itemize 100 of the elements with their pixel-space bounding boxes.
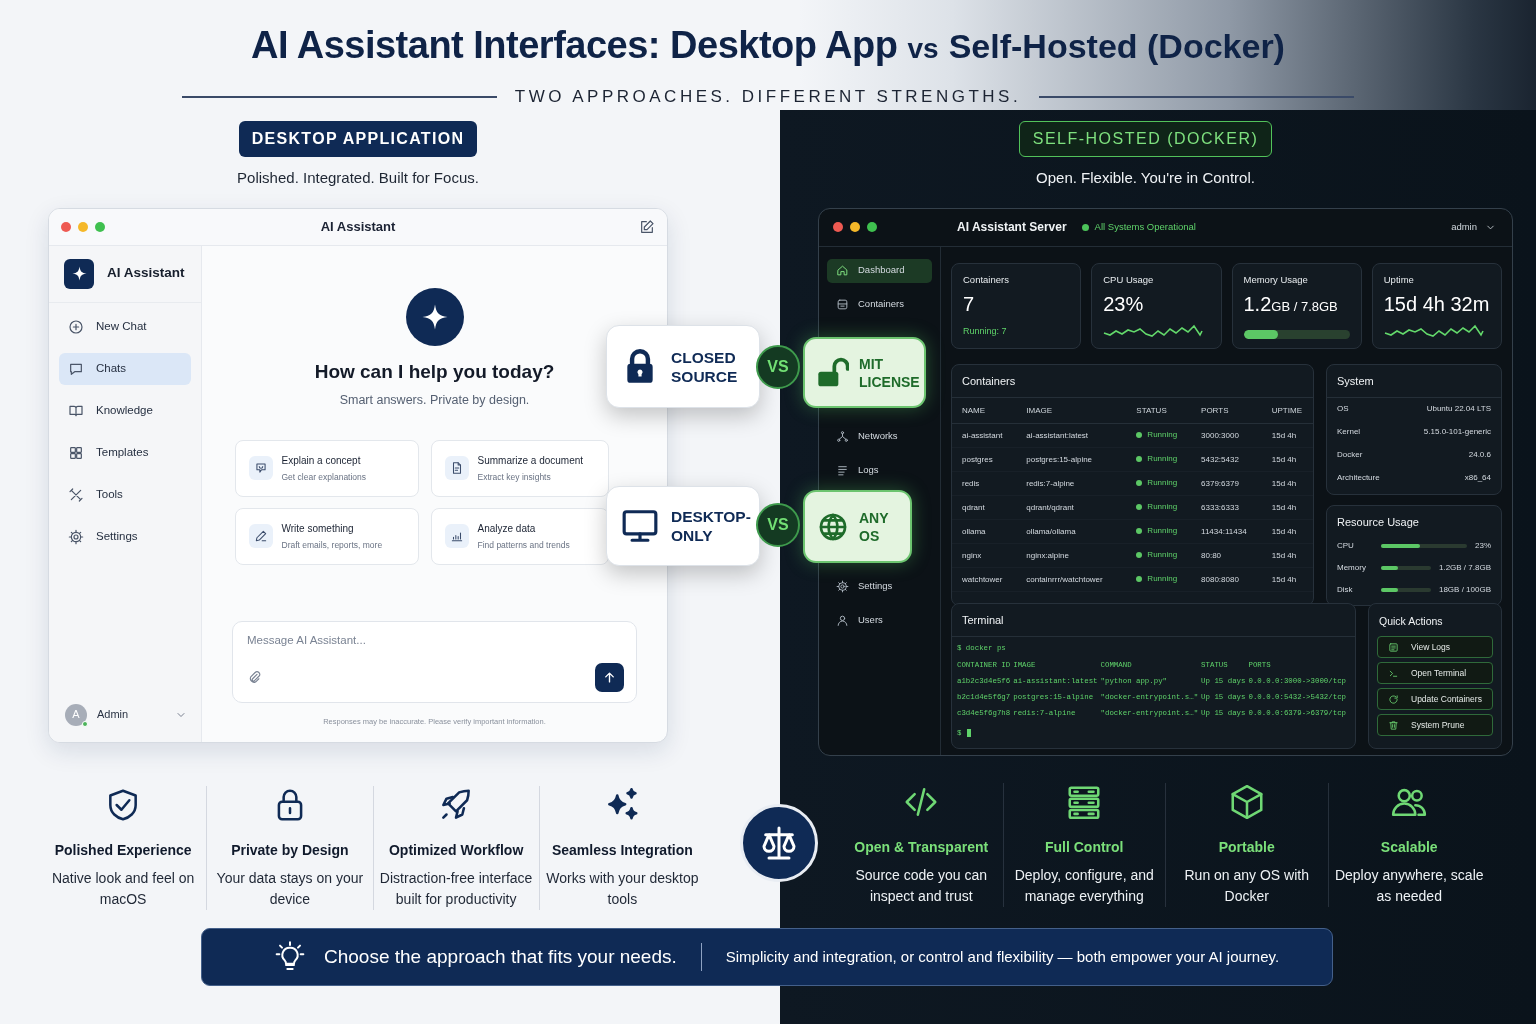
panel-title: Terminal: [952, 603, 1355, 637]
subheading: Smart answers. Private by design.: [339, 392, 530, 409]
status-text: All Systems Operational: [1094, 219, 1196, 234]
feature-description: Deploy anywhere, scale as needed: [1334, 865, 1484, 906]
action-button[interactable]: Update Containers: [1377, 688, 1493, 711]
table-cell: nginx:alpine: [1016, 543, 1127, 568]
window-control-dot[interactable]: [833, 222, 843, 232]
lightbulb-icon: [274, 941, 306, 973]
settings-icon: [68, 528, 84, 545]
table-cell: redis: [952, 471, 1017, 496]
comparison-text: DESKTOP-ONLY: [671, 507, 751, 545]
star-icon: [70, 265, 88, 282]
status-label: Running: [1136, 525, 1178, 537]
info-label: OS: [1337, 403, 1349, 415]
info-label: Architecture: [1337, 472, 1380, 484]
sidebar-item[interactable]: New Chat: [59, 310, 191, 343]
title: Self-Hosted (Docker): [948, 26, 1285, 67]
tagline: Polished. Integrated. Built for Focus.: [237, 168, 479, 188]
feature-description: Deploy, configure, and manage everything: [1013, 865, 1155, 906]
feature-description: Distraction-free interface built for productivity: [379, 868, 533, 909]
sidebar-item[interactable]: Settings: [827, 574, 932, 599]
table-cell: ai-assistant:latest: [1016, 423, 1127, 448]
suggestion-title: Analyze data: [477, 521, 537, 536]
status-label: Running: [1136, 573, 1178, 585]
window-control-dot[interactable]: [867, 222, 877, 232]
sidebar-item[interactable]: Tools: [59, 478, 191, 511]
sidebar-item[interactable]: Knowledge: [59, 394, 191, 427]
compose-icon[interactable]: [639, 218, 655, 235]
column-header: PORTS: [1191, 398, 1262, 424]
title: AI Assistant Interfaces: Desktop App: [251, 23, 898, 68]
section-label: SELF-HOSTED (DOCKER): [1018, 121, 1273, 157]
section-label: DESKTOP APPLICATION: [238, 121, 478, 157]
table-cell: 3000:3000: [1191, 423, 1262, 448]
vs-badge: VS: [756, 503, 800, 547]
table-cell: qdrant/qdrant: [1016, 495, 1127, 520]
comparison-text: MIT LICENSE: [859, 354, 920, 391]
feature-title: Full Control: [1044, 837, 1124, 857]
sidebar-item[interactable]: Networks: [827, 424, 932, 449]
table-cell: watchtower: [952, 567, 1017, 592]
feature-description: Source code you can inspect and trust: [854, 865, 988, 906]
table-cell: 11434:11434: [1191, 519, 1262, 544]
send-button[interactable]: [595, 663, 624, 693]
stat-label: Containers: [963, 272, 1010, 287]
table-cell: postgres:15-alpine: [1016, 447, 1127, 472]
table-cell: 6333:6333: [1191, 495, 1262, 520]
suggestion-subtitle: Find patterns and trends: [477, 538, 570, 552]
window-control-dot[interactable]: [850, 222, 860, 232]
sidebar-item[interactable]: Dashboard: [827, 258, 932, 283]
app-name: AI Assistant: [107, 264, 185, 283]
text-cursor: [967, 729, 972, 738]
info-label: Docker: [1337, 449, 1363, 461]
list-icon: [836, 464, 849, 477]
panel-title: Quick Actions: [1378, 613, 1444, 629]
window-control-dot[interactable]: [61, 221, 71, 232]
feature-title: Open & Transparent: [854, 837, 989, 857]
speech-bubble-icon: [253, 461, 268, 476]
table-cell: 15d 4h: [1261, 471, 1313, 496]
user-icon: [836, 614, 849, 627]
tray-icon: [836, 298, 849, 311]
feature-title: Scalable: [1380, 837, 1438, 857]
sidebar-item[interactable]: Containers: [827, 292, 932, 317]
action-button[interactable]: System Prune: [1377, 714, 1493, 737]
monitor-icon: [621, 507, 659, 545]
sidebar-item[interactable]: Users: [827, 608, 932, 633]
user-menu[interactable]: admin: [1451, 219, 1496, 235]
feature-title: Optimized Workflow: [388, 840, 524, 860]
info-label: Kernel: [1337, 426, 1361, 438]
suggestion-card[interactable]: Explain a concept Get clear explanations: [234, 439, 419, 497]
window-control-dot[interactable]: [78, 221, 88, 232]
sidebar-item[interactable]: Settings: [59, 520, 191, 553]
sidebar-item[interactable]: Templates: [59, 436, 191, 469]
table-cell: 5432:5432: [1191, 447, 1262, 472]
sidebar-item[interactable]: Logs: [827, 458, 932, 483]
window-title: AI Assistant Server: [957, 219, 1067, 236]
suggestion-card[interactable]: Summarize a document Extract key insights: [430, 439, 609, 497]
suggestion-subtitle: Extract key insights: [477, 470, 552, 484]
bar-chart-icon: [449, 529, 464, 544]
suggestion-card[interactable]: Analyze data Find patterns and trends: [430, 507, 609, 565]
action-button[interactable]: Open Terminal: [1377, 662, 1493, 685]
resource-label: Memory: [1337, 561, 1367, 574]
table-cell: ollama: [952, 519, 1017, 544]
suggestion-subtitle: Draft emails, reports, more: [281, 538, 383, 552]
window-control-dot[interactable]: [95, 221, 105, 232]
feature-description: Run on any OS with Docker: [1183, 865, 1310, 906]
plus-circle-icon: [68, 318, 84, 335]
banner-headline: Choose the approach that fits your needs.: [324, 944, 677, 969]
table-cell: 15d 4h: [1261, 447, 1313, 472]
sidebar-item[interactable]: Chats: [59, 352, 191, 385]
message-field[interactable]: Message AI Assistant...: [247, 632, 624, 650]
paperclip-icon: [247, 670, 262, 686]
stat-label: Uptime: [1383, 272, 1415, 287]
list-icon: [1388, 641, 1399, 653]
network-icon: [836, 430, 849, 443]
feature-title: Polished Experience: [54, 840, 192, 860]
suggestion-title: Summarize a document: [477, 453, 584, 468]
panel-title: Containers: [952, 364, 1313, 398]
stat-value: 1.2GB / 7.8GB: [1243, 292, 1339, 315]
action-button[interactable]: View Logs: [1377, 636, 1493, 659]
home-icon: [836, 264, 849, 277]
suggestion-card[interactable]: Write something Draft emails, reports, more: [234, 507, 419, 565]
